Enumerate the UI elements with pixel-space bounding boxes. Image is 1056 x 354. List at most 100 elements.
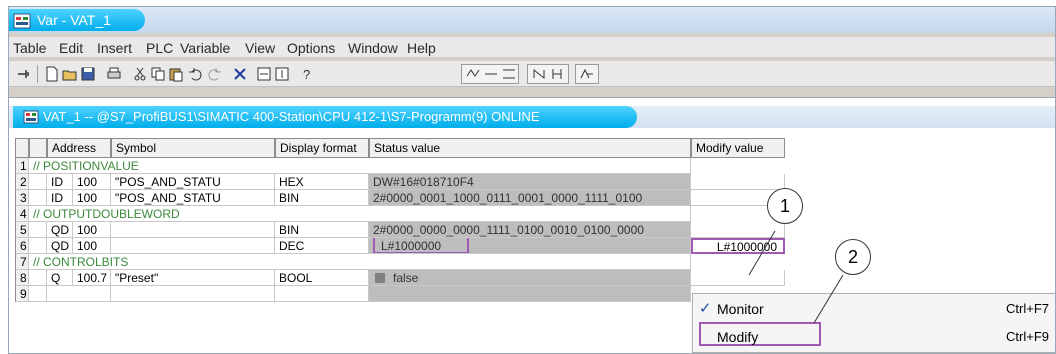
app-icon <box>13 13 31 29</box>
address-area[interactable]: QD <box>47 238 73 254</box>
child-title-bar: VAT_1 -- @S7_ProfiBUS1\SIMATIC 400-Stati… <box>9 106 1055 128</box>
context-menu-monitor[interactable]: ✓ Monitor Ctrl+F7 <box>693 296 1055 322</box>
row-number: 3 <box>15 190 29 206</box>
help-icon[interactable]: ? <box>299 65 317 83</box>
monitor-icon[interactable] <box>255 65 273 83</box>
menu-edit[interactable]: Edit <box>59 40 83 56</box>
address-cell[interactable] <box>47 286 111 302</box>
address-number[interactable]: 100 <box>73 190 111 206</box>
open-icon[interactable] <box>61 65 79 83</box>
comment-cell[interactable]: // POSITIONVALUE <box>29 158 691 174</box>
status-text: false <box>393 271 419 285</box>
new-icon[interactable] <box>43 65 61 83</box>
menu-label: Modify <box>717 329 759 345</box>
modify-icon[interactable] <box>273 65 291 83</box>
address-number[interactable]: 100 <box>73 222 111 238</box>
status-cell: 2#0000_0000_0000_1111_0100_0010_0100_000… <box>369 222 691 238</box>
trigger-icon[interactable] <box>530 65 548 83</box>
online-icon[interactable] <box>464 65 482 83</box>
svg-text:?: ? <box>303 67 310 82</box>
redo-icon[interactable] <box>205 65 223 83</box>
format-cell[interactable]: DEC <box>275 238 369 254</box>
symbol-cell[interactable] <box>111 286 275 302</box>
row-number: 7 <box>15 254 29 270</box>
menu-window[interactable]: Window <box>348 40 398 56</box>
row-number: 6 <box>15 238 29 254</box>
modify-cell[interactable] <box>691 270 785 286</box>
format-cell[interactable]: BIN <box>275 222 369 238</box>
menu-table[interactable]: Table <box>13 40 46 56</box>
modify-value-highlight[interactable]: L#1000000 <box>691 238 785 254</box>
format-cell[interactable]: BOOL <box>275 270 369 286</box>
child-window-title: VAT_1 -- @S7_ProfiBUS1\SIMATIC 400-Stati… <box>43 109 540 124</box>
menu-help[interactable]: Help <box>407 40 436 56</box>
pin-icon[interactable] <box>15 65 33 83</box>
header-address[interactable]: Address <box>47 138 111 158</box>
edit-cell <box>29 238 47 254</box>
symbol-cell[interactable]: "Preset" <box>111 270 275 286</box>
menu-options[interactable]: Options <box>287 40 335 56</box>
monitor-var-icon[interactable] <box>482 65 500 83</box>
status-cell: 2#0000_0001_1000_0111_0001_0000_1111_010… <box>369 190 691 206</box>
app-window: Var - VAT_1 Table Edit Insert PLC Variab… <box>8 6 1056 354</box>
address-area[interactable]: QD <box>47 222 73 238</box>
modify-cell[interactable] <box>691 174 785 190</box>
header-row-number <box>15 138 29 158</box>
header-symbol[interactable]: Symbol <box>111 138 275 158</box>
print-icon[interactable] <box>105 65 123 83</box>
comment-cell[interactable]: // CONTROLBITS <box>29 254 691 270</box>
menu-shortcut: Ctrl+F9 <box>1006 329 1049 344</box>
force-icon[interactable] <box>548 65 566 83</box>
enable-periphery-icon[interactable] <box>578 65 596 83</box>
cut-icon[interactable] <box>131 65 149 83</box>
address-number[interactable]: 100 <box>73 174 111 190</box>
header-status-value[interactable]: Status value <box>369 138 691 158</box>
address-area[interactable]: ID <box>47 174 73 190</box>
menu-plc[interactable]: PLC <box>146 40 173 56</box>
row-number: 8 <box>15 270 29 286</box>
save-icon[interactable] <box>79 65 97 83</box>
edit-cell <box>29 286 47 302</box>
delete-icon[interactable] <box>231 65 249 83</box>
header-modify-value[interactable]: Modify value <box>691 138 785 158</box>
status-cell: false <box>369 270 691 286</box>
edit-cell <box>29 222 47 238</box>
address-number[interactable]: 100 <box>73 238 111 254</box>
undo-icon[interactable] <box>187 65 205 83</box>
modify-cell[interactable] <box>691 222 785 238</box>
symbol-cell[interactable]: "POS_AND_STATU <box>111 190 275 206</box>
comment-cell[interactable]: // OUTPUTDOUBLEWORD <box>29 206 691 222</box>
callout-1: 1 <box>767 188 803 224</box>
context-menu-modify[interactable]: Modify Ctrl+F9 <box>693 322 1055 350</box>
header-edit-icon <box>29 138 47 158</box>
symbol-cell[interactable]: "POS_AND_STATU <box>111 174 275 190</box>
menu-insert[interactable]: Insert <box>97 40 132 56</box>
paste-icon[interactable] <box>167 65 185 83</box>
table-icon <box>23 110 39 124</box>
window-title: Var - VAT_1 <box>37 12 111 28</box>
symbol-cell[interactable] <box>111 222 275 238</box>
menu-bar: Table Edit Insert PLC Variable View Opti… <box>9 37 1055 57</box>
check-icon: ✓ <box>699 300 712 317</box>
format-cell[interactable]: HEX <box>275 174 369 190</box>
toolbar: ? <box>9 61 1055 87</box>
address-number[interactable]: 100.7 <box>73 270 111 286</box>
address-area[interactable]: Q <box>47 270 73 286</box>
menu-variable[interactable]: Variable <box>180 40 230 56</box>
format-cell[interactable] <box>275 286 369 302</box>
header-display-format[interactable]: Display format <box>275 138 369 158</box>
symbol-cell[interactable] <box>111 238 275 254</box>
modify-var-icon[interactable] <box>500 65 518 83</box>
address-area[interactable]: ID <box>47 190 73 206</box>
title-bar: Var - VAT_1 <box>9 7 1055 33</box>
menu-view[interactable]: View <box>245 40 275 56</box>
status-cell <box>369 286 691 302</box>
toolbar-separator <box>37 65 38 83</box>
row-number: 4 <box>15 206 29 222</box>
row-number: 9 <box>15 286 29 302</box>
status-cell: L#1000000 <box>369 238 691 254</box>
format-cell[interactable]: BIN <box>275 190 369 206</box>
status-cell: DW#16#018710F4 <box>369 174 691 190</box>
copy-icon[interactable] <box>149 65 167 83</box>
edit-cell <box>29 270 47 286</box>
